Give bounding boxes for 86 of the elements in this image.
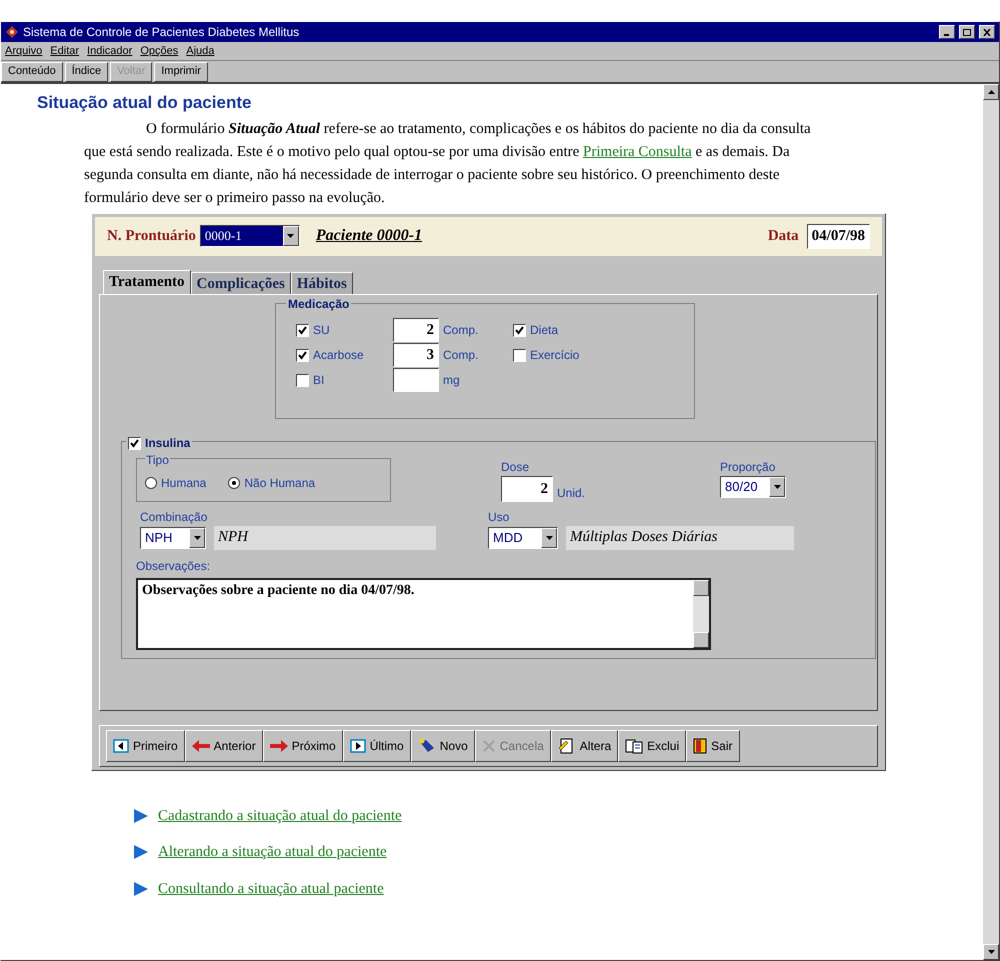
radio-button[interactable] bbox=[228, 477, 240, 490]
date-field[interactable]: 04/07/98 bbox=[806, 224, 870, 249]
notes-field[interactable]: Observações sobre a paciente no dia 04/07/98. bbox=[136, 578, 711, 650]
door-icon bbox=[693, 738, 708, 754]
tab[interactable]: Complicações bbox=[190, 272, 291, 294]
menu-item[interactable]: Indicador bbox=[87, 42, 132, 60]
unit-label: mg bbox=[443, 372, 461, 390]
toolbar-button[interactable]: Índice bbox=[64, 62, 108, 82]
nav-button[interactable]: Exclui bbox=[618, 730, 686, 762]
use-name: Múltiplas Doses Diárias bbox=[566, 526, 794, 550]
new-record-icon bbox=[418, 738, 436, 754]
field-label: Combinação bbox=[140, 509, 208, 526]
last-record-icon bbox=[350, 738, 366, 753]
menu-item[interactable]: Editar bbox=[50, 42, 80, 60]
menu-item[interactable]: Opções bbox=[140, 42, 178, 60]
combination-dropdown[interactable]: NPH bbox=[140, 527, 206, 550]
checkbox-label: BI bbox=[313, 372, 326, 390]
checkbox-label: Acarbose bbox=[313, 347, 365, 364]
checkbox[interactable] bbox=[128, 436, 141, 450]
nav-button[interactable]: Primeiro bbox=[106, 730, 185, 762]
quantity-field[interactable]: 2 bbox=[393, 318, 439, 342]
page-heading: Situação atual do paciente bbox=[37, 92, 252, 114]
left-arrow-icon bbox=[192, 740, 210, 752]
record-label: N. Prontuário bbox=[107, 227, 196, 246]
quantity-field[interactable]: 3 bbox=[393, 343, 439, 368]
dose-field[interactable]: 2 bbox=[501, 476, 553, 502]
right-arrow-icon bbox=[270, 740, 288, 752]
nav-button[interactable]: Próximo bbox=[262, 730, 343, 762]
radio-label: Humana bbox=[161, 475, 206, 492]
checkbox[interactable] bbox=[296, 348, 309, 362]
nav-button[interactable]: Altera bbox=[550, 730, 618, 762]
field-label: Dose bbox=[501, 459, 530, 476]
scrollbar[interactable] bbox=[983, 84, 999, 960]
checkbox[interactable] bbox=[513, 348, 526, 362]
unit-label: Comp. bbox=[443, 347, 480, 364]
checkbox-label: Insulina bbox=[145, 435, 190, 452]
toolbar-button[interactable]: Conteúdo bbox=[1, 62, 63, 82]
checkbox-label: Dieta bbox=[530, 322, 558, 340]
radio-label: Não Humana bbox=[244, 475, 316, 492]
delete-record-icon bbox=[625, 738, 644, 754]
checkbox[interactable] bbox=[296, 374, 309, 387]
first-record-icon bbox=[113, 738, 129, 753]
minimize-icon[interactable] bbox=[939, 25, 955, 39]
menu-item[interactable]: Ajuda bbox=[186, 42, 214, 60]
scroll-down-icon[interactable] bbox=[983, 944, 999, 960]
bullet-arrow-icon bbox=[134, 845, 148, 860]
record-dropdown[interactable]: 0000-1 bbox=[200, 225, 300, 248]
checkbox-label: SU bbox=[313, 322, 331, 340]
radio-button[interactable] bbox=[145, 477, 157, 490]
scroll-up-icon[interactable] bbox=[983, 84, 999, 100]
bullet-arrow-icon bbox=[134, 882, 148, 896]
link[interactable]: Alterando a situação atual do paciente bbox=[158, 841, 387, 864]
field-label: Proporção bbox=[720, 459, 776, 476]
field-label: Uso bbox=[488, 509, 510, 526]
window-title: Sistema de Controle de Pacientes Diabetes Mellitus bbox=[23, 24, 300, 41]
tab[interactable]: Tratamento bbox=[103, 270, 191, 294]
app-icon bbox=[5, 25, 19, 39]
tab[interactable]: Hábitos bbox=[290, 272, 353, 294]
field-label: Observações: bbox=[136, 559, 210, 574]
nav-button[interactable]: Sair bbox=[686, 730, 740, 762]
nav-button[interactable]: Anterior bbox=[184, 730, 263, 762]
date-label: Data bbox=[768, 227, 799, 246]
unit-label: Comp. bbox=[443, 322, 480, 340]
link[interactable]: Primeira Consulta bbox=[583, 144, 692, 160]
link[interactable]: Cadastrando a situação atual do paciente bbox=[158, 804, 402, 827]
link[interactable]: Consultando a situação atual paciente bbox=[158, 878, 384, 900]
nav-button[interactable]: Último bbox=[342, 730, 411, 762]
bullet-arrow-icon bbox=[134, 808, 148, 823]
use-dropdown[interactable]: MDD bbox=[488, 527, 558, 550]
combination-name: NPH bbox=[214, 526, 436, 550]
maximize-icon[interactable] bbox=[959, 25, 975, 39]
notes-text: Observações sobre a paciente no dia 04/07/98. bbox=[141, 582, 416, 600]
cross-icon bbox=[482, 738, 496, 753]
menu-item[interactable]: Arquivo bbox=[5, 42, 42, 60]
checkbox[interactable] bbox=[513, 324, 526, 337]
close-icon[interactable] bbox=[979, 25, 995, 39]
ratio-dropdown[interactable]: 80/20 bbox=[720, 476, 786, 498]
patient-name: Paciente 0000-1 bbox=[316, 226, 422, 246]
unit-label: Unid. bbox=[557, 485, 586, 502]
quantity-field[interactable] bbox=[393, 368, 439, 392]
intro-paragraph: O formulário Situação Atual refere-se ao tratamento, complicações e os hábitos do paciente no dia da consulta que está sendo realizada. Este é o motivo pelo qual optou-se por uma divisão entre Primeira Consulta e as demais. Da segunda consulta em diante, não há necessidade de interrogar o paciente sobre seu histórico. O preenchimento deste formulário deve ser o primeiro passo na evolução. bbox=[84, 120, 812, 208]
nav-button[interactable]: Novo bbox=[410, 730, 475, 762]
checkbox[interactable] bbox=[296, 324, 309, 337]
toolbar-button[interactable]: Imprimir bbox=[154, 62, 208, 82]
checkbox-label: Exercício bbox=[530, 347, 580, 364]
scrollbar[interactable] bbox=[693, 580, 709, 648]
